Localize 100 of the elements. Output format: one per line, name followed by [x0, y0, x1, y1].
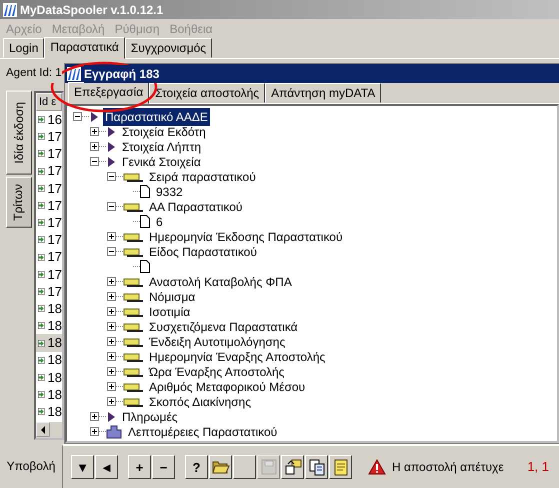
- expander-icon[interactable]: [107, 292, 116, 301]
- list-row[interactable]: 17: [36, 214, 62, 232]
- list-row[interactable]: 17: [36, 180, 62, 197]
- tree-item-label[interactable]: Ένδειξη Αυτοτιμολόγησης: [147, 332, 288, 350]
- expander-icon[interactable]: [90, 157, 99, 166]
- tree-item-label[interactable]: Πληρωμές: [120, 408, 180, 426]
- tree-item-label[interactable]: 6: [154, 212, 165, 230]
- expander-icon[interactable]: [107, 352, 116, 361]
- tab[interactable]: Login: [3, 38, 44, 58]
- toolbar-button[interactable]: [329, 455, 352, 479]
- tree-item-label[interactable]: Στοιχεία Εκδότη: [120, 122, 208, 140]
- tree-item-label[interactable]: Ώρα Έναρξης Αποστολής: [147, 362, 286, 380]
- tab[interactable]: Απάντηση myDATA: [265, 83, 382, 103]
- tree-item-label[interactable]: Ισοτιμία: [147, 302, 192, 320]
- list-row[interactable]: 18: [36, 334, 62, 352]
- side-tab[interactable]: Ιδία έκδοση: [6, 91, 32, 175]
- expander-icon[interactable]: [107, 367, 116, 376]
- list-row[interactable]: 18: [36, 403, 62, 420]
- expander-icon[interactable]: [107, 277, 116, 286]
- tree-item-label[interactable]: Συσχετιζόμενα Παραστατικά: [147, 318, 300, 336]
- note-icon: [332, 458, 350, 476]
- record-id: 17: [48, 214, 62, 232]
- tree-item-label[interactable]: Στοιχεία Λήπτη: [120, 138, 204, 156]
- field-node-icon: [123, 202, 143, 212]
- record-id: 17: [48, 266, 62, 284]
- list-row[interactable]: 16: [36, 111, 62, 128]
- expander-icon[interactable]: [107, 322, 116, 331]
- puzzle-node-icon: [106, 424, 122, 438]
- expander-icon[interactable]: [107, 202, 116, 211]
- record-id: 17: [48, 180, 62, 198]
- document-node-icon: [106, 156, 116, 168]
- cursor-position: 1, 1: [527, 458, 549, 476]
- list-row[interactable]: 17: [36, 128, 62, 146]
- toolbar-button[interactable]: [233, 455, 256, 479]
- scroll-left-button[interactable]: [36, 422, 50, 437]
- field-node-icon: [123, 276, 143, 286]
- expander-icon[interactable]: [107, 232, 116, 241]
- expander-icon[interactable]: [107, 337, 116, 346]
- list-row[interactable]: 17: [36, 266, 62, 283]
- tree-item-label[interactable]: Λεπτομέρειες Παραστατικού: [126, 422, 280, 440]
- toolbar-button[interactable]: [209, 455, 232, 479]
- expander-icon[interactable]: [107, 172, 116, 181]
- toolbar-button[interactable]: +: [128, 455, 151, 479]
- list-row[interactable]: 17: [36, 231, 62, 248]
- tab[interactable]: Συγχρονισμός: [124, 38, 212, 58]
- list-row[interactable]: 18: [36, 352, 62, 369]
- tree-item-label[interactable]: ΑΑ Παραστατικού: [147, 198, 244, 216]
- list-row[interactable]: 17: [36, 145, 62, 163]
- record-id: 18: [48, 351, 62, 370]
- tab[interactable]: Στοιχεία αποστολής: [149, 83, 266, 103]
- expander-icon[interactable]: [90, 127, 99, 136]
- field-node-icon: [123, 172, 143, 182]
- expander-icon[interactable]: [107, 307, 116, 316]
- record-id: 17: [48, 128, 62, 146]
- list-row[interactable]: 18: [36, 386, 62, 404]
- tree-item-label[interactable]: Νόμισμα: [147, 288, 198, 306]
- app-logo-icon: [3, 2, 17, 16]
- tree-item-label[interactable]: Σκοπός Διακίνησης: [147, 392, 254, 410]
- list-row[interactable]: 17: [36, 282, 62, 300]
- tree-item-label[interactable]: Παραστατικό ΑΑΔΕ: [103, 108, 210, 126]
- record-id: 16: [48, 110, 62, 129]
- side-tab[interactable]: Τρίτων: [6, 176, 32, 228]
- tree-item-label[interactable]: Γενικά Στοιχεία: [120, 152, 203, 170]
- tree-item-label[interactable]: Ημερομηνία Έκδοσης Παραστατικού: [147, 228, 345, 246]
- toolbar-button[interactable]: −: [152, 455, 175, 479]
- toolbar-button[interactable]: [305, 455, 328, 479]
- expander-icon[interactable]: [107, 382, 116, 391]
- tree-item-label[interactable]: Αναστολή Καταβολής ΦΠΑ: [147, 272, 294, 290]
- field-node-icon: [123, 292, 143, 302]
- field-node-icon: [123, 306, 143, 316]
- tree-item-label[interactable]: Αριθμός Μεταφορικού Μέσου: [147, 378, 308, 396]
- list-row[interactable]: 17: [36, 162, 62, 180]
- list-row[interactable]: 17: [36, 248, 62, 266]
- toolbar-button[interactable]: [281, 455, 304, 479]
- expander-icon[interactable]: [107, 397, 116, 406]
- toolbar-button[interactable]: ◄: [95, 455, 118, 479]
- field-node-icon: [123, 322, 143, 332]
- list-row[interactable]: 18: [36, 368, 62, 386]
- tree-item-label[interactable]: Ημερομηνία Έναρξης Αποστολής: [147, 348, 328, 366]
- record-id: 18: [48, 317, 62, 336]
- expander-icon[interactable]: [90, 412, 99, 421]
- record-id: 17: [48, 231, 62, 250]
- tree-item-label[interactable]: Είδος Παραστατικού: [147, 242, 259, 260]
- expander-icon[interactable]: [90, 427, 99, 436]
- list-row[interactable]: 18: [36, 317, 62, 334]
- field-node-icon: [123, 246, 143, 256]
- expander-icon[interactable]: [90, 142, 99, 151]
- tree-item-label[interactable]: 9332: [154, 182, 185, 200]
- record-id: 18: [48, 334, 62, 352]
- toolbar-button[interactable]: ?: [185, 455, 208, 479]
- tab[interactable]: Επεξεργασία: [68, 82, 150, 104]
- expander-icon[interactable]: [73, 112, 82, 121]
- record-id: 17: [48, 196, 62, 215]
- field-node-icon: [123, 232, 143, 242]
- tab[interactable]: Παραστατικά: [44, 37, 125, 59]
- expander-icon[interactable]: [107, 247, 116, 256]
- list-row[interactable]: 18: [36, 300, 62, 318]
- list-row[interactable]: 17: [36, 196, 62, 214]
- toolbar-button[interactable]: ▼: [71, 455, 94, 479]
- tree-item-label[interactable]: Σειρά παραστατικού: [147, 168, 258, 186]
